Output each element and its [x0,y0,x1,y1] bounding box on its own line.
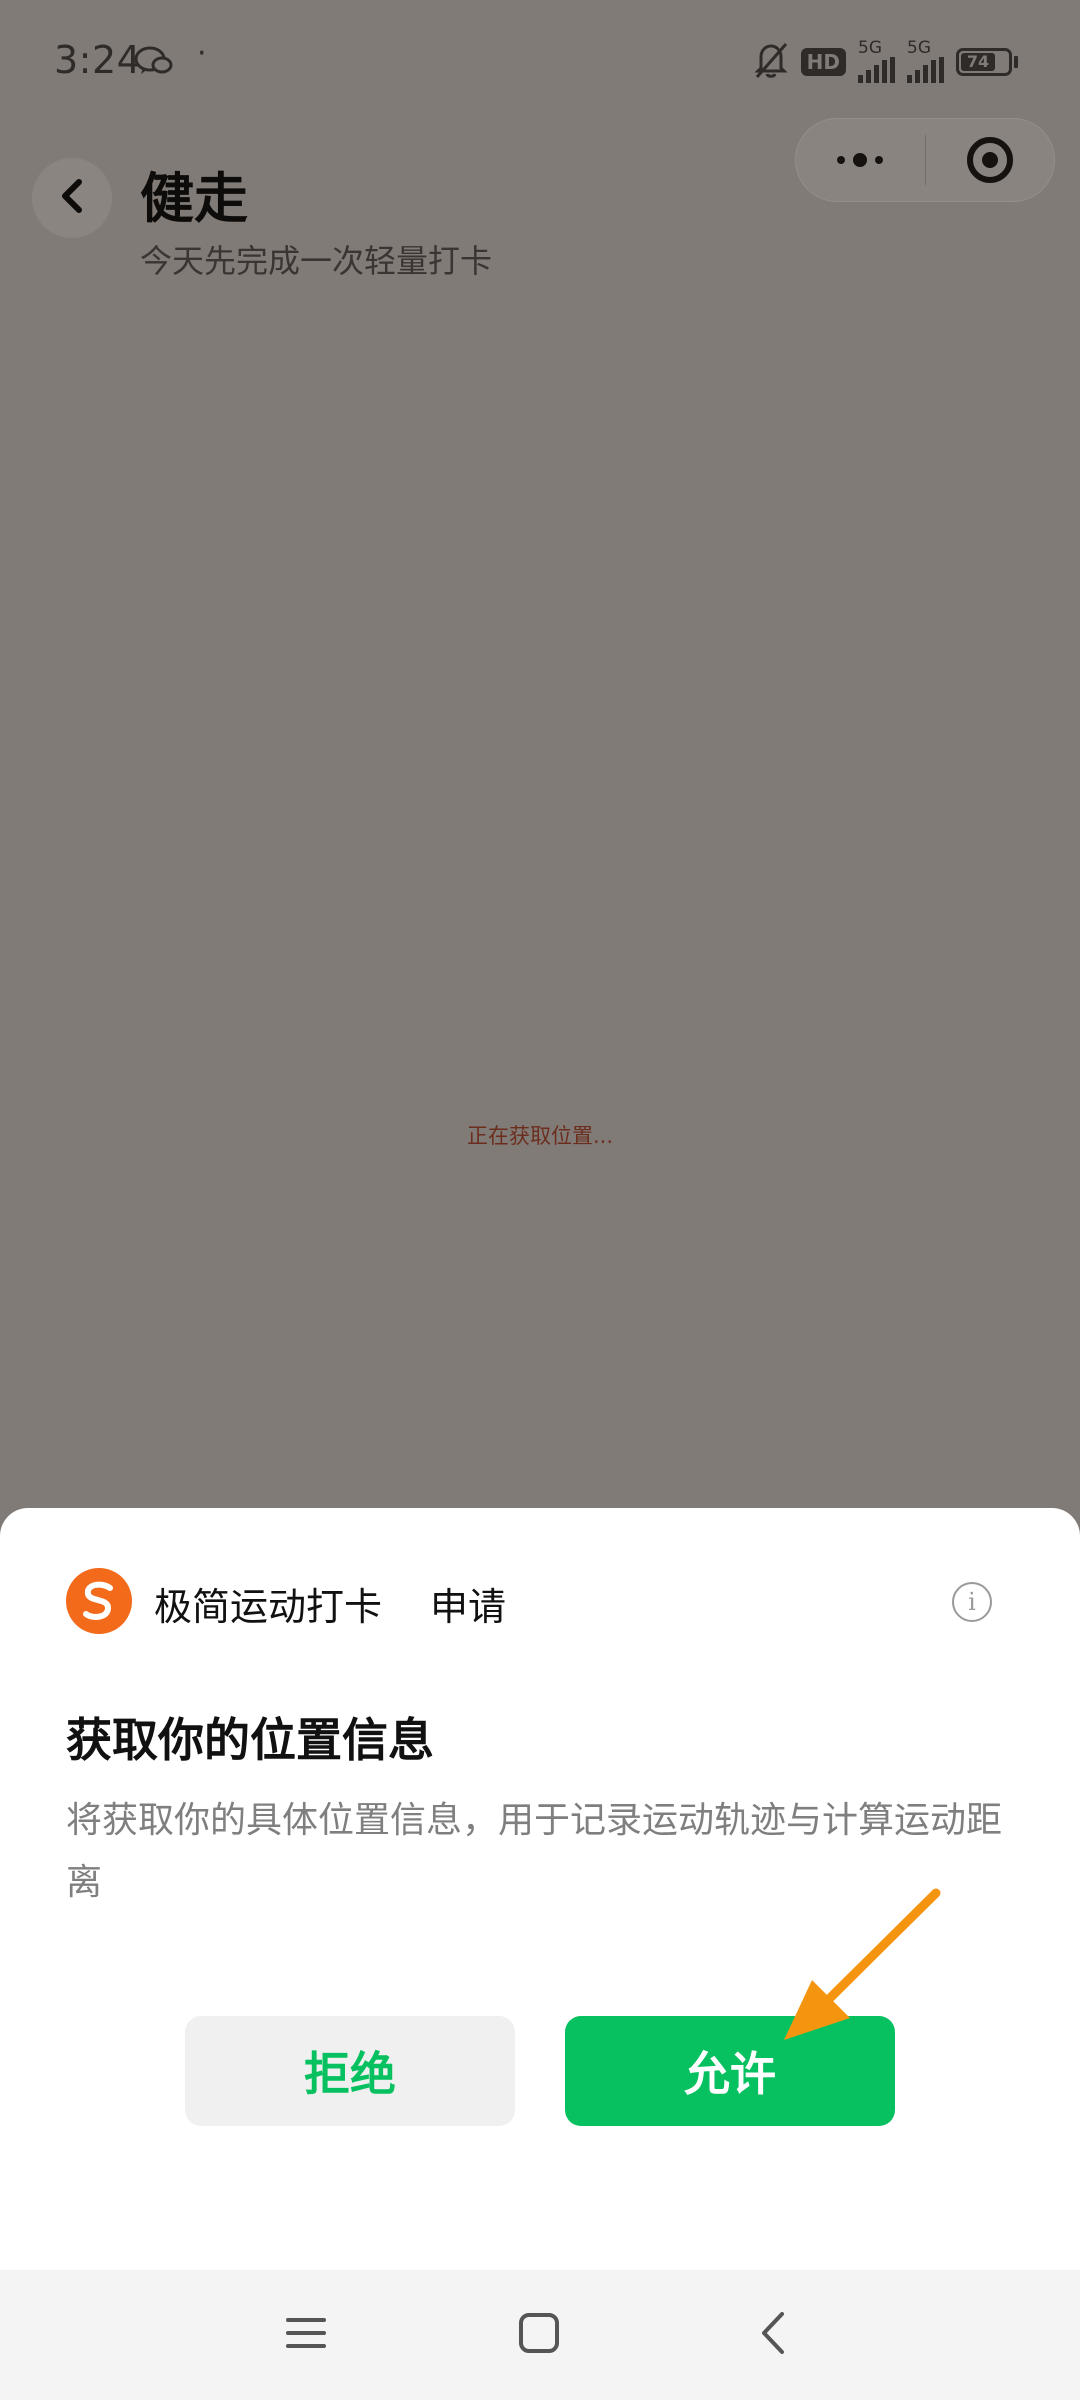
status-bar: 3:24 · HD 5G 5G 74 [0,0,1080,120]
apply-word: 申请 [430,1585,507,1629]
permission-description: 将获取你的具体位置信息，用于记录运动轨迹与计算运动距离 [66,1800,1003,1903]
nav-back-button[interactable] [738,2300,808,2370]
menu-button[interactable] [271,2300,341,2370]
info-icon[interactable]: i [952,1582,992,1622]
reject-button[interactable]: 拒绝 [185,2016,515,2126]
signal-1: 5G [858,40,895,83]
status-dot: · [197,36,207,71]
status-time: 3:24 [54,38,142,82]
app-name: 极简运动打卡 [154,1585,383,1629]
mini-program-capsule [795,118,1055,202]
location-permission-dialog: 极简运动打卡 申请 i 获取你的位置信息 将获取你的具体位置信息，用于记录运动轨… [0,1508,1080,2270]
home-button[interactable] [504,2300,574,2370]
page-title: 健走 [140,167,248,230]
back-icon [57,176,87,220]
close-mini-program-button[interactable] [925,118,1054,202]
signal-2: 5G [907,40,944,83]
back-button[interactable] [32,158,112,238]
nav-back-icon [758,2310,788,2360]
loading-status: 正在获取位置... [466,1124,614,1148]
permission-title: 获取你的位置信息 [66,1713,434,1767]
hd-badge: HD [800,47,846,76]
page-subtitle: 今天先完成一次轻量打卡 [140,242,493,280]
home-icon [518,2312,560,2358]
app-logo-icon [66,1568,132,1634]
more-button[interactable] [796,118,925,202]
status-icons: HD 5G 5G 74 [753,40,1018,83]
more-icon [837,153,884,167]
mute-bell-icon [753,41,789,83]
battery-indicator: 74 [956,47,1018,76]
wechat-icon [134,44,174,82]
allow-button[interactable]: 允许 [565,2016,895,2126]
menu-icon [285,2315,327,2355]
system-nav-bar [0,2270,1080,2400]
target-icon [966,137,1013,183]
